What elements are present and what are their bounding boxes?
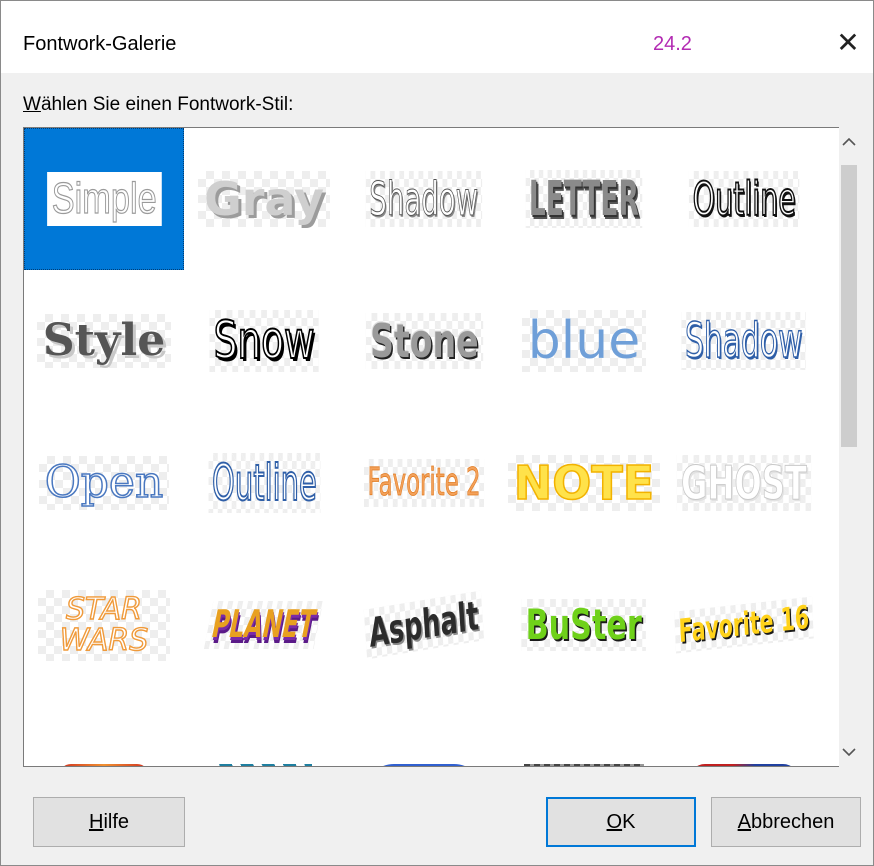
gallery-item-shadow-blue[interactable]: Shadow xyxy=(664,270,824,412)
gallery-item-style[interactable]: Style xyxy=(24,270,184,412)
chevron-up-icon[interactable] xyxy=(839,127,859,157)
fontwork-preview: Outline xyxy=(689,171,800,227)
title-bar: Fontwork-Galerie 24.2 ✕ xyxy=(1,1,873,73)
fontwork-preview: BuSter xyxy=(522,599,647,651)
gallery-item-favorite-2[interactable]: Favorite 2 xyxy=(344,412,504,554)
fontwork-preview: blue xyxy=(522,310,646,373)
help-label: ilfe xyxy=(103,810,130,833)
fontwork-preview: STAR WARS xyxy=(38,590,170,661)
gallery-item-snow[interactable]: Snow xyxy=(184,270,344,412)
ok-button[interactable]: OK xyxy=(546,797,696,847)
style-prompt-label: Wählen Sie einen Fontwork-Stil: xyxy=(23,94,293,116)
gallery-item-planet[interactable]: PLANET xyxy=(184,554,344,696)
gallery-item-row5-4[interactable] xyxy=(504,718,664,766)
fontwork-preview: Asphalt xyxy=(363,590,485,660)
fontwork-preview: Snow xyxy=(209,310,319,373)
gallery-item-row5-1[interactable] xyxy=(24,718,184,766)
gallery-item-favorite-16[interactable]: Favorite 16 xyxy=(664,554,824,696)
fontwork-preview: LETTER xyxy=(526,170,642,228)
close-icon[interactable]: ✕ xyxy=(823,17,873,67)
help-button[interactable]: Hilfe xyxy=(33,797,185,847)
fontwork-preview: Favorite 2 xyxy=(364,459,484,507)
fontwork-preview-partial xyxy=(59,764,149,766)
gallery-item-outline-blue[interactable]: Outline xyxy=(184,412,344,554)
gallery-item-row5-3[interactable] xyxy=(344,718,504,766)
gallery-item-stone[interactable]: Stone xyxy=(344,270,504,412)
fontwork-preview: NOTE xyxy=(508,455,660,511)
gallery-item-buster[interactable]: BuSter xyxy=(504,554,664,696)
gallery-item-open[interactable]: Open xyxy=(24,412,184,554)
gallery-item-blue[interactable]: blue xyxy=(504,270,664,412)
prompt-accelerator: W xyxy=(23,94,41,115)
fontwork-preview-partial xyxy=(216,764,312,766)
gallery-item-gray[interactable]: Gray xyxy=(184,128,344,270)
gallery-item-shadow[interactable]: Shadow xyxy=(344,128,504,270)
ok-accelerator: O xyxy=(606,810,623,833)
fontwork-preview: PLANET xyxy=(204,601,324,649)
gallery-item-note[interactable]: NOTE xyxy=(504,412,664,554)
fontwork-preview-partial xyxy=(524,764,644,766)
cancel-button[interactable]: Abbrechen xyxy=(711,797,861,847)
fontwork-preview: Simple xyxy=(46,171,162,227)
fontwork-gallery[interactable]: Simple Gray Shadow LETTER Outline Style … xyxy=(23,127,841,767)
gallery-item-row5-2[interactable] xyxy=(184,718,344,766)
fontwork-preview: Stone xyxy=(365,313,482,369)
fontwork-preview: Style xyxy=(37,314,171,368)
fontwork-preview: Favorite 16 xyxy=(674,596,814,654)
gallery-item-outline[interactable]: Outline xyxy=(664,128,824,270)
prompt-text: ählen Sie einen Fontwork-Stil: xyxy=(40,94,294,115)
gallery-item-row5-5[interactable] xyxy=(664,718,824,766)
window-title: Fontwork-Galerie xyxy=(23,33,177,55)
scrollbar-thumb[interactable] xyxy=(841,165,857,447)
cancel-accelerator: A xyxy=(737,810,751,833)
fontwork-preview: GHOST xyxy=(677,455,811,511)
fontwork-preview: Gray xyxy=(198,171,330,227)
fontwork-preview-partial xyxy=(364,764,484,766)
help-accelerator: H xyxy=(88,810,104,833)
gallery-item-asphalt[interactable]: Asphalt xyxy=(344,554,504,696)
gallery-scrollbar[interactable] xyxy=(839,127,859,767)
version-label: 24.2 xyxy=(653,33,692,55)
fontwork-preview: Shadow xyxy=(366,171,482,227)
gallery-item-ghost[interactable]: GHOST xyxy=(664,412,824,554)
ok-label: K xyxy=(622,810,636,833)
fontwork-dialog: Fontwork-Galerie 24.2 ✕ Wählen Sie einen… xyxy=(0,0,874,866)
fontwork-preview-partial xyxy=(689,764,799,766)
fontwork-preview: Open xyxy=(39,456,170,510)
fontwork-preview: Outline xyxy=(208,453,320,514)
chevron-down-icon[interactable] xyxy=(839,737,859,767)
gallery-item-star-wars[interactable]: STAR WARS xyxy=(24,554,184,696)
gallery-item-letter[interactable]: LETTER xyxy=(504,128,664,270)
gallery-item-simple[interactable]: Simple xyxy=(24,128,184,270)
fontwork-preview: Shadow xyxy=(682,312,807,370)
cancel-label: bbrechen xyxy=(750,810,835,833)
